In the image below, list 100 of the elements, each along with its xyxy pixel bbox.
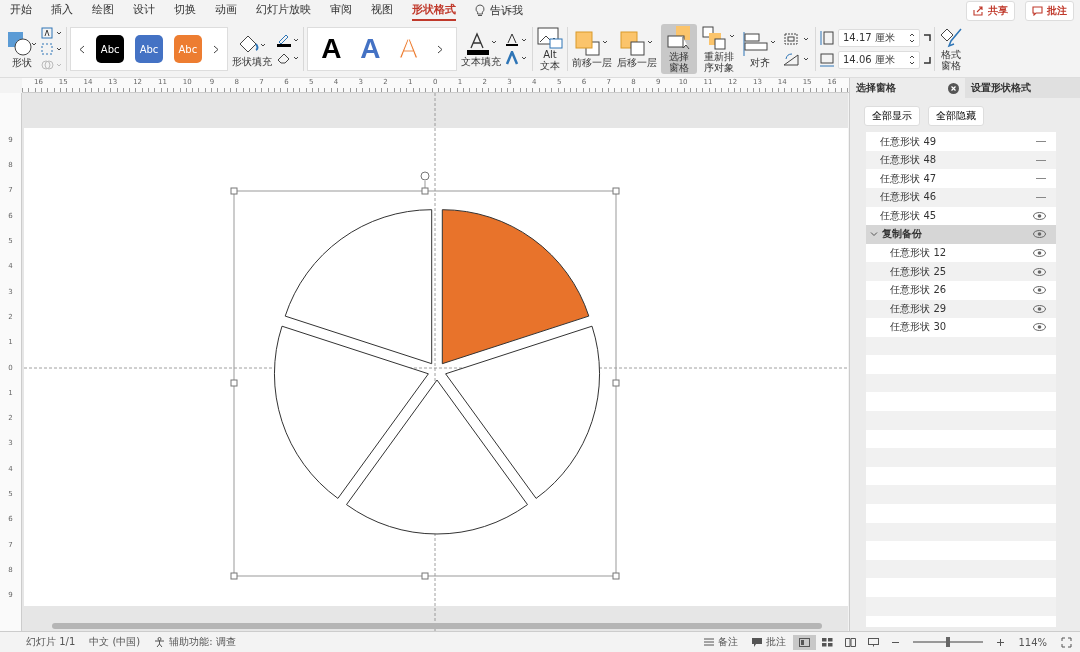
shape-height-icon	[819, 30, 835, 47]
arrange-button[interactable]: 重新排 序对象	[700, 24, 738, 75]
zoom-thumb[interactable]	[946, 637, 951, 648]
pie-segment[interactable]	[284, 209, 433, 365]
resize-handle[interactable]	[612, 187, 620, 195]
comments-button[interactable]: 批注	[1025, 0, 1074, 21]
pie-segment[interactable]	[445, 325, 600, 500]
hidden-dash-icon[interactable]	[1036, 195, 1046, 199]
chevron-right-icon[interactable]	[212, 45, 219, 54]
bring-forward-icon	[574, 31, 610, 57]
notes-button[interactable]: 备注	[704, 635, 739, 650]
spinner-icon	[909, 32, 915, 45]
resize-handle[interactable]	[612, 379, 620, 387]
format-pane-button[interactable]: 格式 窗格	[938, 26, 964, 73]
grid-view-icon	[822, 637, 834, 647]
text-outline-icon[interactable]	[505, 33, 529, 48]
pen-icon[interactable]	[276, 33, 300, 48]
eye-icon[interactable]	[1033, 267, 1046, 276]
arrange-button[interactable]: 前移一层	[571, 30, 613, 69]
wordart-style[interactable]: A	[321, 33, 342, 66]
normal-view-icon	[799, 637, 811, 647]
height-field[interactable]: 14.17 厘米	[838, 29, 920, 48]
pane-button[interactable]: 全部隐藏	[928, 106, 985, 127]
shape-fill-button[interactable]: 形状填充	[231, 31, 273, 68]
shape-style-swatch[interactable]: Abc	[96, 35, 125, 64]
share-button[interactable]: 共享	[966, 0, 1015, 21]
eye-icon[interactable]	[1033, 323, 1046, 332]
spinner-icon	[909, 54, 915, 67]
layer-name: 任意形状 12	[890, 246, 948, 261]
resize-handle[interactable]	[230, 187, 238, 195]
share-icon	[973, 5, 984, 16]
resize-handle[interactable]	[612, 572, 620, 580]
alt-text-button[interactable]: Alt 文本	[536, 26, 564, 73]
layer-name: 任意形状 46	[880, 190, 938, 205]
eye-icon[interactable]	[1033, 211, 1046, 220]
text-box-icon[interactable]	[41, 27, 63, 40]
eye-icon[interactable]	[1033, 286, 1046, 295]
ribbon-tab[interactable]: 切换	[174, 0, 196, 22]
eye-icon[interactable]	[1033, 249, 1046, 258]
resize-handle[interactable]	[230, 379, 238, 387]
shapes-icon	[7, 31, 37, 57]
ribbon-tab[interactable]: 开始	[10, 0, 32, 22]
ribbon-tab[interactable]: 审阅	[330, 0, 352, 22]
text-fill-button[interactable]: 文本填充	[460, 31, 502, 68]
layer-name: 任意形状 49	[880, 134, 938, 149]
hidden-dash-icon[interactable]	[1036, 177, 1046, 181]
arrange-button[interactable]: 选择 窗格	[661, 24, 697, 75]
close-icon[interactable]	[948, 82, 960, 94]
ribbon-tab[interactable]: 插入	[51, 0, 73, 22]
arrange-button[interactable]: 对齐	[741, 30, 779, 69]
chevron-right-icon[interactable]	[436, 45, 443, 54]
hidden-dash-icon[interactable]	[1036, 158, 1046, 162]
accessibility-button[interactable]: 辅助功能: 调查	[154, 635, 236, 650]
comments-status-button[interactable]: 批注	[752, 635, 787, 650]
resize-handle[interactable]	[421, 187, 429, 195]
tell-me-button[interactable]: 告诉我	[475, 3, 523, 19]
pie-segment[interactable]	[346, 379, 528, 535]
zoom-level[interactable]: 114%	[1018, 636, 1047, 648]
hidden-dash-icon[interactable]	[1036, 140, 1046, 143]
layer-name: 任意形状 25	[890, 264, 948, 279]
pane-button[interactable]: 全部显示	[864, 106, 921, 127]
eye-icon[interactable]	[1033, 230, 1046, 239]
reorder-icon	[701, 25, 737, 52]
eraser-icon[interactable]	[276, 51, 300, 66]
accessibility-icon	[154, 636, 166, 648]
selection-pane-icon	[666, 25, 692, 52]
layer-name: 任意形状 30	[890, 320, 948, 335]
shape-style-swatch[interactable]: Abc	[135, 35, 163, 64]
ribbon-tab[interactable]: 形状格式	[412, 0, 456, 22]
text-effects-icon[interactable]	[505, 51, 529, 66]
arrange-button[interactable]: 后移一层	[616, 30, 658, 69]
ribbon-tab[interactable]: 动画	[215, 0, 237, 22]
pie-segment[interactable]	[274, 325, 429, 500]
layer-name: 任意形状 48	[880, 153, 938, 168]
fit-slide-icon[interactable]	[1061, 636, 1072, 648]
shape-button[interactable]: 形状	[6, 30, 38, 69]
eye-icon[interactable]	[1033, 304, 1046, 313]
scrollbar[interactable]	[52, 623, 822, 630]
ribbon-tab[interactable]: 绘图	[92, 0, 114, 22]
slideshow-icon	[868, 637, 880, 647]
language-label[interactable]: 中文 (中国)	[89, 635, 141, 650]
ribbon-tab[interactable]: 视图	[371, 0, 393, 22]
lightbulb-icon	[475, 4, 485, 18]
comment-icon	[752, 637, 763, 647]
layer-row[interactable]: 复制备份	[866, 225, 1056, 244]
text-fill-icon	[465, 32, 497, 56]
ribbon-tab[interactable]: 设计	[133, 0, 155, 22]
pane-tab[interactable]: 设置形状格式	[965, 78, 1080, 99]
resize-handle[interactable]	[421, 572, 429, 580]
corner-icon	[923, 56, 931, 65]
chevron-left-icon[interactable]	[79, 45, 86, 54]
layer-name: 任意形状 26	[890, 283, 948, 298]
resize-handle[interactable]	[230, 572, 238, 580]
pie-segment[interactable]	[441, 209, 590, 365]
wordart-style[interactable]: A	[360, 33, 381, 66]
ribbon-tab[interactable]: 幻灯片放映	[256, 0, 311, 22]
view-button[interactable]	[793, 634, 817, 650]
width-field[interactable]: 14.06 厘米	[838, 51, 920, 70]
shape-width-icon	[819, 52, 835, 69]
align-icon	[742, 31, 778, 57]
